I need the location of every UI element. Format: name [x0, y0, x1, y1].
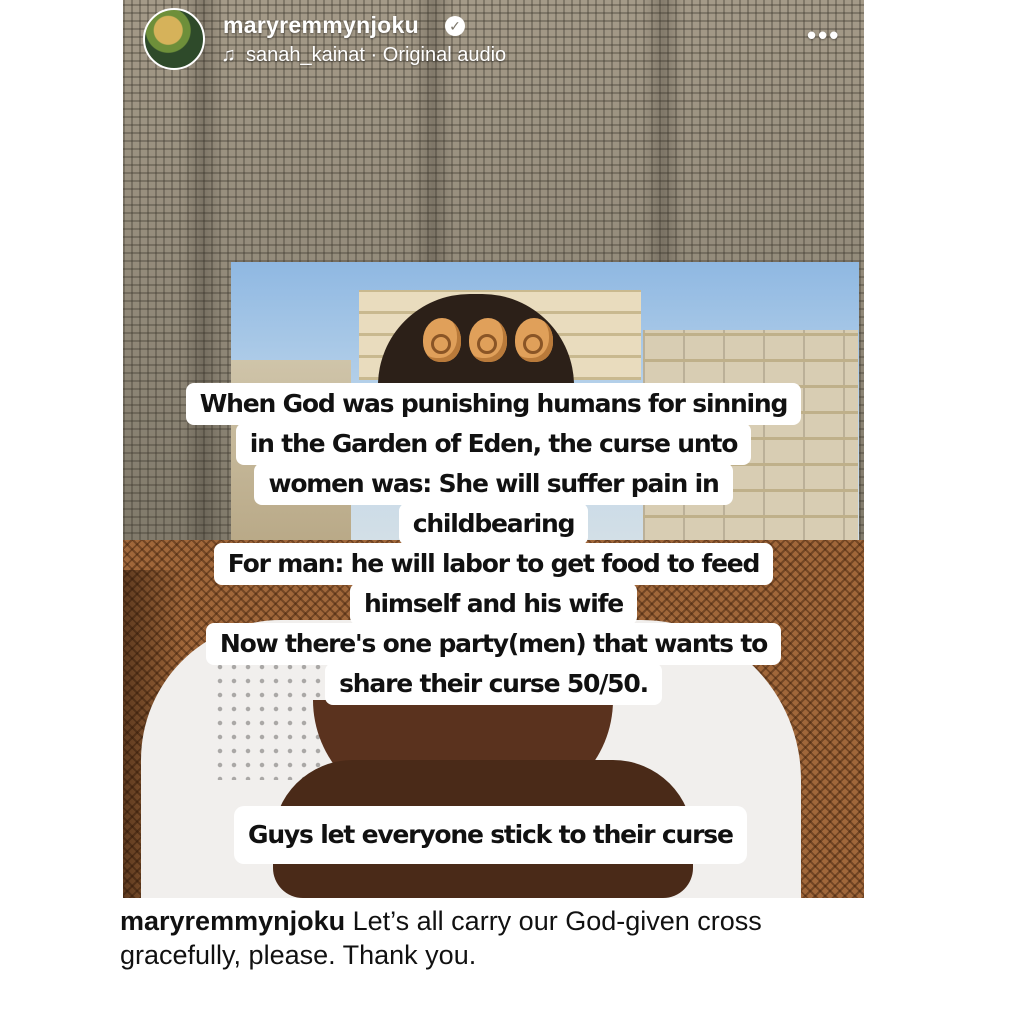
ok-hand-icon — [515, 318, 553, 362]
overlay-bottom-line: Guys let everyone stick to their curse — [234, 806, 747, 864]
overlay-line: When God was punishing humans for sinnin… — [185, 383, 802, 425]
music-note-icon: ♫ — [221, 44, 236, 66]
overlay-line: women was: She will suffer pain in — [254, 463, 733, 505]
post-header: maryremmynjoku ✓ ♫ sanah_kainat · Origin… — [143, 8, 843, 72]
overlay-line: childbearing — [398, 503, 589, 545]
overlay-line: in the Garden of Eden, the curse unto — [235, 423, 752, 465]
verified-badge-icon: ✓ — [445, 16, 465, 36]
audio-credit-text: sanah_kainat · Original audio — [246, 44, 507, 66]
overlay-line: For man: he will labor to get food to fe… — [213, 543, 774, 585]
ok-hand-emojis — [423, 318, 553, 362]
avatar[interactable] — [143, 8, 205, 70]
ok-hand-icon — [469, 318, 507, 362]
caption-username[interactable]: maryremmynjoku — [120, 906, 345, 936]
header-username[interactable]: maryremmynjoku — [223, 12, 419, 39]
overlay-line: himself and his wife — [349, 583, 638, 625]
overlay-line: share their curse 50/50. — [325, 663, 662, 705]
audio-credit[interactable]: ♫ sanah_kainat · Original audio — [221, 44, 506, 67]
overlay-line: Now there's one party(men) that wants to — [205, 623, 782, 665]
post-caption: maryremmynjoku Let’s all carry our God-g… — [120, 904, 880, 972]
more-options-icon[interactable]: ••• — [807, 20, 840, 51]
ok-hand-icon — [423, 318, 461, 362]
text-overlay: When God was punishing humans for sinnin… — [123, 383, 864, 705]
